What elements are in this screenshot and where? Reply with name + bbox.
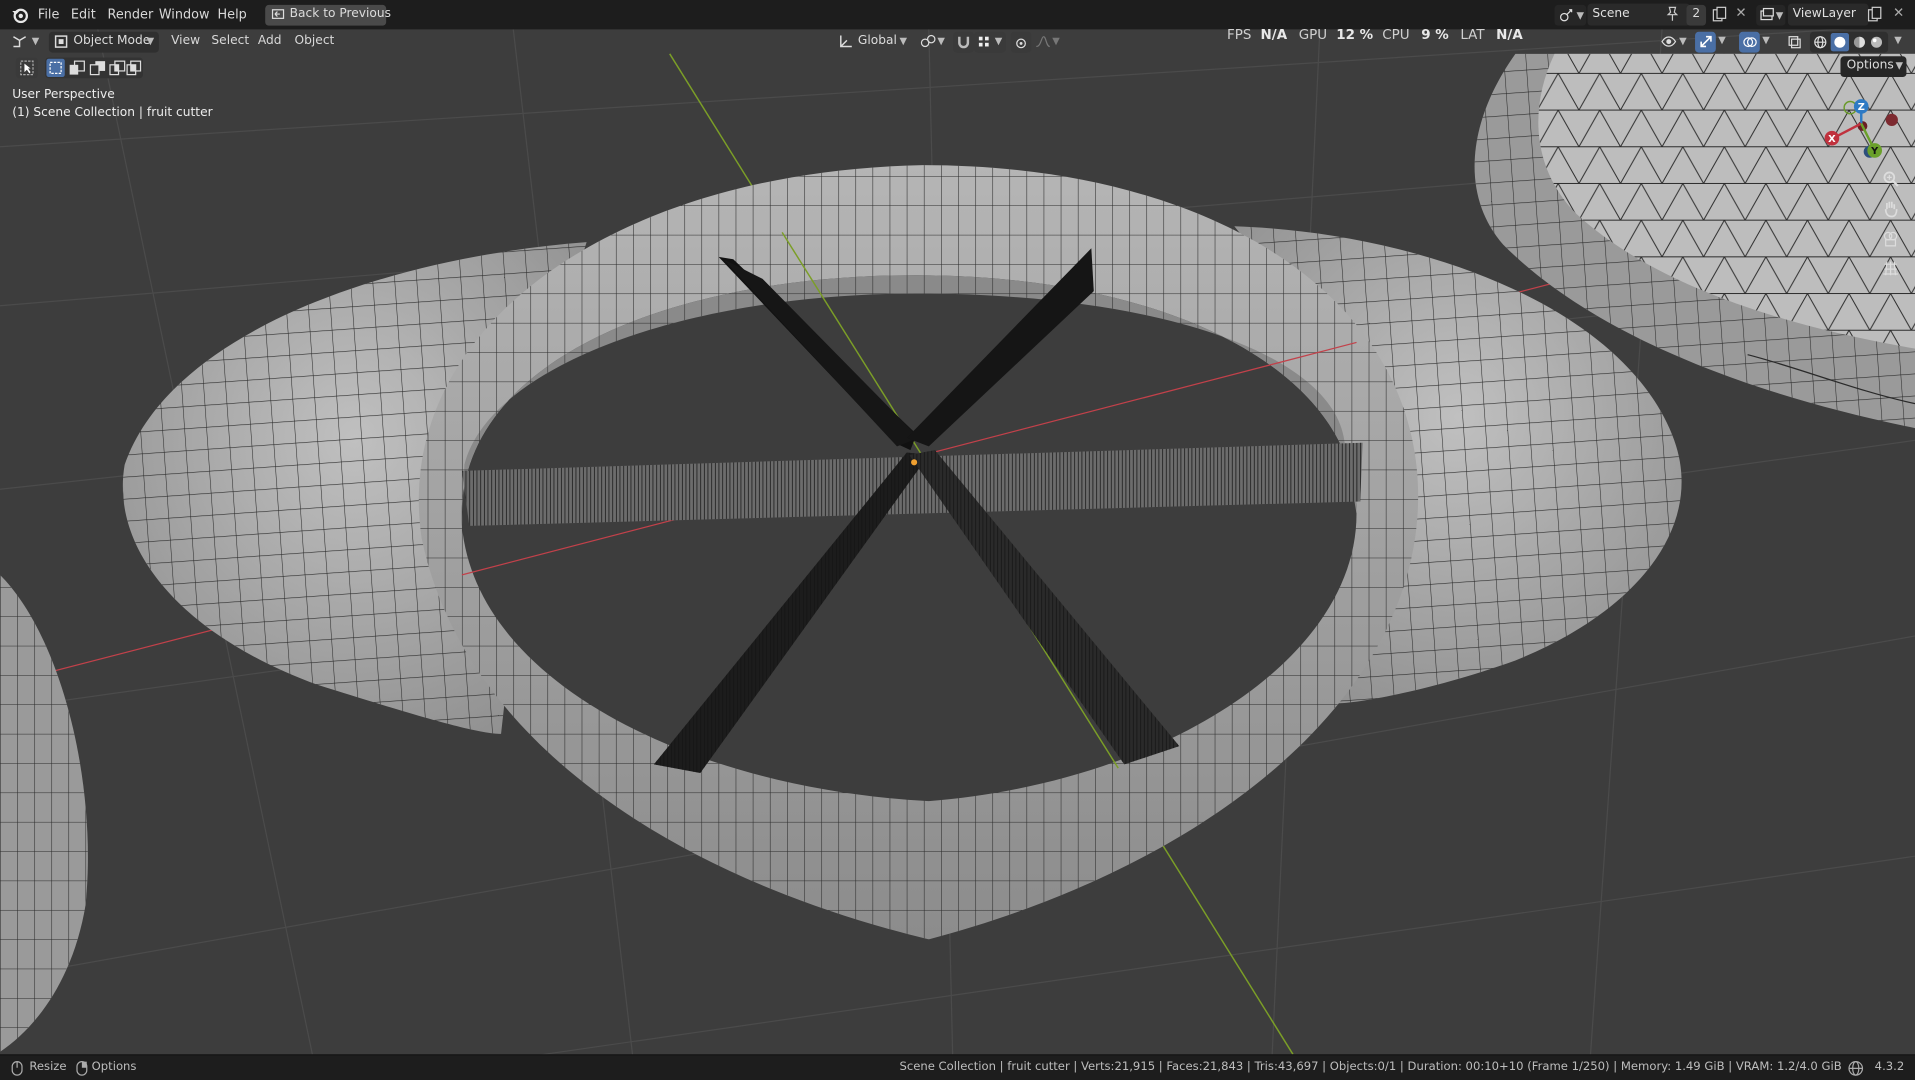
select-set-icon[interactable] [46, 58, 65, 78]
shading-modes-group [1809, 31, 1889, 53]
orthographic-toggle-button[interactable] [1877, 259, 1904, 286]
cpu-label: CPU [1382, 26, 1410, 43]
status-bar: Resize Options Scene Collection | fruit … [0, 1054, 1915, 1080]
3d-viewport[interactable] [0, 0, 1915, 1080]
menu-file[interactable]: File [38, 7, 59, 22]
performance-overlay: FPS N/A GPU 12 % CPU 9 % LAT N/A [1227, 27, 1523, 43]
new-view-layer-icon[interactable] [1867, 6, 1882, 26]
menu-help[interactable]: Help [218, 7, 247, 22]
lat-label: LAT [1460, 26, 1485, 43]
selection-mode-group [45, 57, 143, 79]
gizmo-y-label: Y [1870, 146, 1879, 157]
gizmo-toggle-button[interactable] [1695, 31, 1716, 53]
gpu-label: GPU [1298, 26, 1328, 43]
status-options-label: Options [91, 1060, 137, 1074]
select-intersect-icon[interactable] [126, 60, 142, 83]
tool-settings-row: Options ▼ [0, 54, 1915, 81]
select-box-icon [20, 60, 35, 83]
transform-orientation-label: Global [857, 34, 897, 48]
zoom-icon [1882, 171, 1899, 192]
blender-logo-icon[interactable] [11, 6, 28, 24]
overlays-toggle-button[interactable] [1739, 31, 1760, 53]
viewport-header: ▼ Object Mode ▼ View Select Add Object G… [0, 29, 1915, 53]
view-layer-name: ViewLayer [1792, 7, 1856, 21]
menu-edit[interactable]: Edit [71, 7, 96, 22]
view-layer-type-button[interactable]: ▼ [1756, 4, 1786, 29]
gizmo-dropdown[interactable]: ▼ [1718, 34, 1726, 45]
navigation-gizmo[interactable]: Z X Y [1818, 93, 1906, 164]
scene-icon [1559, 7, 1574, 29]
orthographic-grid-icon [1882, 261, 1899, 281]
editor-type-button[interactable]: ▼ [10, 32, 43, 52]
top-bar: File Edit Render Window Help Back to Pre… [0, 0, 1915, 30]
back-to-previous-label: Back to Previous [289, 7, 391, 21]
menu-add[interactable]: Add [258, 34, 282, 47]
menu-object[interactable]: Object [295, 34, 335, 47]
menu-select[interactable]: Select [211, 34, 249, 47]
lat-value: N/A [1496, 26, 1523, 43]
xray-toggle-button[interactable] [1784, 32, 1805, 53]
status-scene-stats: Scene Collection | fruit cutter | Verts:… [899, 1060, 1842, 1074]
blender-window: File Edit Render Window Help Back to Pre… [0, 0, 1915, 1080]
fps-value: N/A [1260, 26, 1288, 43]
proportional-editing-button[interactable] [1010, 31, 1032, 53]
cpu-value: 9 % [1421, 26, 1449, 43]
new-scene-icon[interactable] [1712, 6, 1727, 26]
remove-scene-icon[interactable]: ✕ [1735, 5, 1746, 21]
gizmo-x-label: X [1828, 134, 1836, 145]
snap-target-dropdown[interactable]: ▼ [974, 31, 1006, 53]
scene-users-count[interactable]: 2 [1686, 4, 1707, 26]
transform-orientation-dropdown[interactable]: Global ▼ [835, 32, 912, 53]
fps-label: FPS [1226, 26, 1252, 43]
back-arrow-icon [271, 7, 285, 28]
pan-button[interactable] [1877, 199, 1904, 226]
overlays-dropdown[interactable]: ▼ [1762, 34, 1770, 45]
select-extend-icon[interactable] [68, 60, 85, 83]
shading-dropdown[interactable]: ▼ [1894, 34, 1902, 45]
active-tool-button[interactable] [15, 57, 38, 79]
object-origin-dot [911, 459, 918, 466]
object-mode-dropdown[interactable]: Object Mode ▼ [48, 31, 159, 53]
scene-count-label: 2 [1692, 7, 1701, 21]
object-visibility-dropdown[interactable]: ▼ [1658, 32, 1690, 53]
viewport-collection-info: (1) Scene Collection | fruit cutter [12, 106, 213, 120]
viewport-view-name: User Perspective [12, 88, 115, 102]
object-mode-label: Object Mode [73, 34, 151, 48]
mouse-resize-icon [10, 1060, 25, 1080]
camera-view-icon [1882, 231, 1899, 252]
pivot-point-dropdown[interactable]: ▼ [918, 32, 947, 53]
status-resize-label: Resize [29, 1060, 67, 1074]
options-dropdown[interactable]: Options ▼ [1840, 56, 1907, 78]
menu-view[interactable]: View [171, 34, 200, 47]
menu-render[interactable]: Render [108, 7, 154, 22]
scene-type-button[interactable]: ▼ [1554, 4, 1587, 29]
select-difference-icon[interactable] [109, 60, 126, 83]
gpu-value: 12 % [1336, 26, 1374, 43]
solid-shading-icon[interactable] [1830, 33, 1850, 52]
stats-icon[interactable] [1848, 1060, 1864, 1080]
back-to-previous-button[interactable]: Back to Previous [265, 4, 391, 28]
mouse-options-icon [75, 1060, 90, 1080]
scene-name: Scene [1592, 7, 1630, 21]
zoom-button[interactable] [1877, 170, 1904, 197]
menu-window[interactable]: Window [159, 7, 210, 22]
remove-view-layer-icon[interactable]: ✕ [1893, 5, 1904, 21]
gizmo-z-label: Z [1858, 102, 1865, 113]
pin-icon[interactable] [1666, 6, 1679, 26]
snap-toggle-button[interactable] [953, 31, 975, 53]
proportional-falloff-dropdown[interactable]: ▼ [1033, 32, 1062, 53]
view-layer-name-field[interactable]: ViewLayer [1787, 3, 1869, 26]
camera-view-button[interactable] [1877, 230, 1904, 257]
select-subtract-icon[interactable] [89, 60, 106, 83]
options-label: Options [1846, 58, 1894, 73]
blender-version: 4.3.2 [1874, 1060, 1905, 1074]
pan-hand-icon [1882, 201, 1899, 222]
view-layer-icon [1760, 7, 1775, 29]
